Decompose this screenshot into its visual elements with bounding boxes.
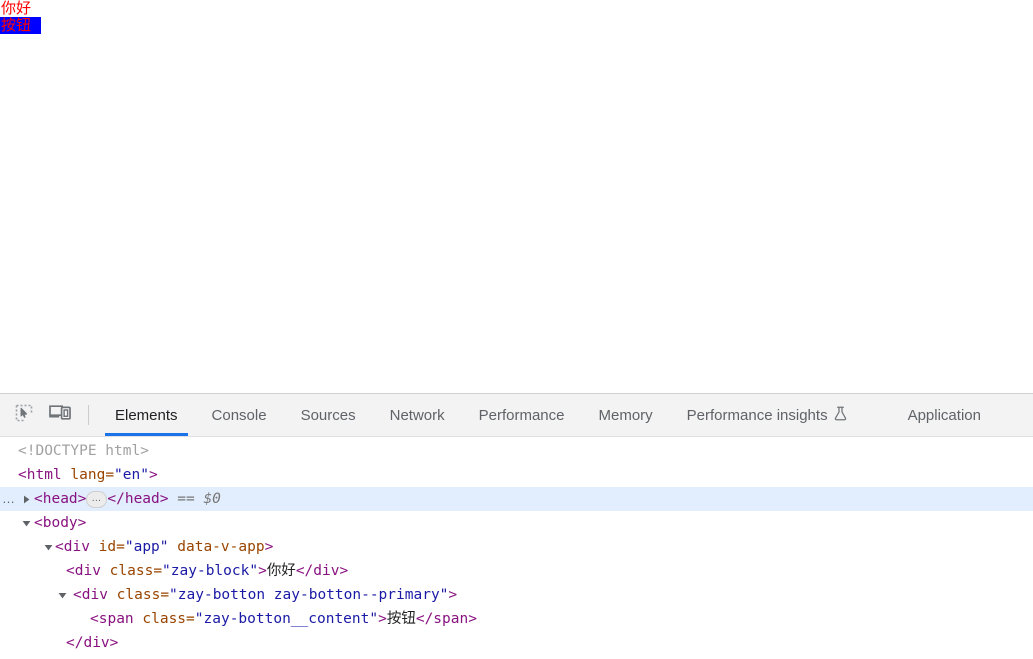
tab-performance-insights-label: Performance insights (686, 406, 828, 424)
dom-node-zay-botton[interactable]: <div class="zay-botton zay-botton--prima… (0, 583, 1033, 607)
html-attr-lang-name: lang (70, 467, 106, 483)
zay-block-attr-class-value: "zay-block" (162, 563, 259, 579)
chevron-right-icon[interactable] (20, 487, 32, 511)
chevron-down-icon[interactable] (20, 511, 32, 535)
zay-block-tag-close: </div> (295, 563, 349, 579)
devtools-tabstrip: Elements Console Sources Network Perform… (0, 394, 1033, 437)
dom-tree[interactable]: <!DOCTYPE html> <html lang="en"> … <head… (0, 437, 1033, 659)
span-tag-close: </span> (415, 611, 477, 627)
tab-application-label: Application (907, 406, 981, 424)
app-div-attr-datavapp: data-v-app (177, 539, 265, 555)
tab-performance-insights[interactable]: Performance insights (670, 394, 864, 436)
dom-node-zay-botton-content[interactable]: <span class="zay-botton__content">按钮</sp… (0, 607, 1033, 631)
selected-node-ref: $0 (203, 491, 221, 507)
dom-node-close-div[interactable]: </div> (0, 631, 1033, 655)
node-gutter-menu-icon[interactable]: … (2, 487, 16, 511)
tab-elements-label: Elements (115, 406, 178, 424)
devtools-panel: Elements Console Sources Network Perform… (0, 393, 1033, 659)
inspect-element-icon (15, 404, 33, 427)
app-div-tag-close-bracket: > (264, 539, 274, 555)
zay-botton-attr-class-eq: = (160, 587, 170, 603)
head-tag-close: </head> (107, 491, 169, 507)
doctype-text: <!DOCTYPE html> (18, 443, 149, 459)
zay-botton-closing-tag: </div> (66, 635, 119, 651)
inspect-element-button[interactable] (6, 394, 42, 436)
app-div-tag-open: <div (55, 539, 99, 555)
device-toolbar-icon (49, 404, 71, 427)
dom-node-head[interactable]: … <head>… </head> == $0 (0, 487, 1033, 511)
html-attr-lang-eq: = (105, 467, 115, 483)
tab-application[interactable]: Application (891, 394, 998, 436)
device-toolbar-button[interactable] (42, 394, 78, 436)
html-tag-open: <html (18, 467, 71, 483)
head-tag-open: <head> (34, 491, 87, 507)
zay-botton-tag-open: <div (73, 587, 117, 603)
zay-botton-tag-close-bracket: > (448, 587, 458, 603)
span-gt: > (378, 611, 387, 627)
zay-button-primary[interactable]: 按钮 (0, 17, 41, 34)
html-attr-lang-value: "en" (114, 467, 149, 483)
dom-node-zay-block[interactable]: <div class="zay-block">你好</div> (0, 559, 1033, 583)
tab-sources-label: Sources (300, 406, 356, 424)
zay-botton-attr-class-name: class (116, 587, 161, 603)
zay-block-gt: > (258, 563, 267, 579)
dom-node-html[interactable]: <html lang="en"> (0, 463, 1033, 487)
dom-node-app-div[interactable]: <div id="app" data-v-app> (0, 535, 1033, 559)
tab-memory-label: Memory (598, 406, 653, 424)
app-div-attr-id-value: "app" (124, 539, 169, 555)
chevron-down-icon[interactable] (42, 535, 54, 559)
chevron-down-icon[interactable] (56, 583, 68, 607)
page-viewport: 你好 按钮 (0, 0, 1033, 393)
collapsed-children-ellipsis[interactable]: … (86, 491, 108, 508)
flask-icon (834, 406, 847, 425)
span-attr-class-name: class (142, 611, 187, 627)
zay-block-attr-class-eq: = (153, 563, 163, 579)
span-tag-open: <span (90, 611, 143, 627)
tab-network-label: Network (389, 406, 445, 424)
tab-network[interactable]: Network (373, 394, 462, 436)
zay-button-label: 按钮 (1, 16, 32, 34)
tab-console-label: Console (211, 406, 267, 424)
tab-performance-label: Performance (478, 406, 565, 424)
app-div-attr-id-eq: = (116, 539, 125, 555)
html-tag-close-bracket: > (148, 467, 158, 483)
tab-elements[interactable]: Elements (98, 394, 195, 436)
selected-node-eqeq: == (177, 491, 195, 507)
zay-block-attr-class-name: class (109, 563, 154, 579)
tab-sources[interactable]: Sources (284, 394, 373, 436)
tab-memory[interactable]: Memory (582, 394, 670, 436)
toolbar-divider (88, 405, 89, 425)
dom-node-doctype[interactable]: <!DOCTYPE html> (0, 439, 1033, 463)
span-attr-class-eq: = (186, 611, 195, 627)
zay-block-tag-open: <div (66, 563, 110, 579)
zay-block-text: 你好 (1, 0, 32, 17)
span-text-node: 按钮 (386, 611, 416, 627)
body-tag: <body> (34, 515, 87, 531)
dom-node-body[interactable]: <body> (0, 511, 1033, 535)
zay-botton-attr-class-value: "zay-botton zay-botton--primary" (169, 587, 449, 603)
app-div-attr-id-name: id (98, 539, 117, 555)
tab-performance[interactable]: Performance (462, 394, 582, 436)
tab-console[interactable]: Console (195, 394, 284, 436)
zay-block-text-node: 你好 (266, 563, 296, 579)
span-attr-class-value: "zay-botton__content" (194, 611, 379, 627)
